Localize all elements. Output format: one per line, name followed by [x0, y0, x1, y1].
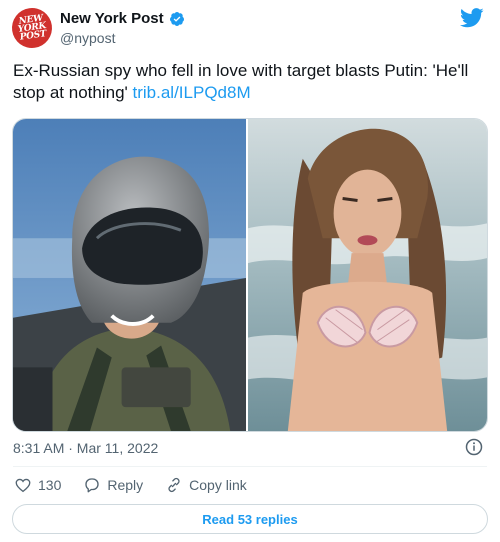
- heart-icon: [15, 478, 31, 493]
- tweet-card: NEW YORK POST New York Post @nypost Ex-R…: [0, 0, 500, 542]
- copy-link-label: Copy link: [189, 477, 247, 493]
- tweet-timestamp[interactable]: 8:31 AM · Mar 11, 2022: [13, 440, 158, 456]
- tweet-actions: 130 Reply Copy link: [14, 476, 269, 494]
- divider: [13, 466, 487, 467]
- tweet-link[interactable]: trib.al/ILPQd8M: [133, 83, 251, 102]
- read-replies-button[interactable]: Read 53 replies: [12, 504, 488, 534]
- info-icon[interactable]: [465, 438, 483, 456]
- tweet-text: Ex-Russian spy who fell in love with tar…: [13, 60, 487, 104]
- author-display-name[interactable]: New York Post: [60, 10, 164, 27]
- woman-photo-image: [248, 119, 487, 431]
- avatar[interactable]: NEW YORK POST: [9, 5, 55, 51]
- like-count: 130: [38, 477, 62, 493]
- photo-pilot[interactable]: [13, 119, 249, 431]
- copy-link-icon: [168, 477, 180, 493]
- author-handle[interactable]: @nypost: [60, 30, 115, 46]
- pilot-photo-image: [13, 119, 247, 431]
- reply-button[interactable]: Reply: [83, 476, 143, 494]
- photo-woman[interactable]: [248, 119, 487, 431]
- author-name-row[interactable]: New York Post: [60, 10, 185, 27]
- reply-label: Reply: [107, 477, 144, 493]
- copy-link-button[interactable]: Copy link: [165, 476, 247, 494]
- verified-badge-icon: [169, 11, 184, 26]
- twitter-bird-icon[interactable]: [460, 8, 484, 28]
- tweet-media[interactable]: [12, 118, 488, 432]
- like-button[interactable]: 130: [14, 476, 61, 494]
- reply-icon: [85, 478, 100, 493]
- avatar-line-3: POST: [19, 29, 47, 43]
